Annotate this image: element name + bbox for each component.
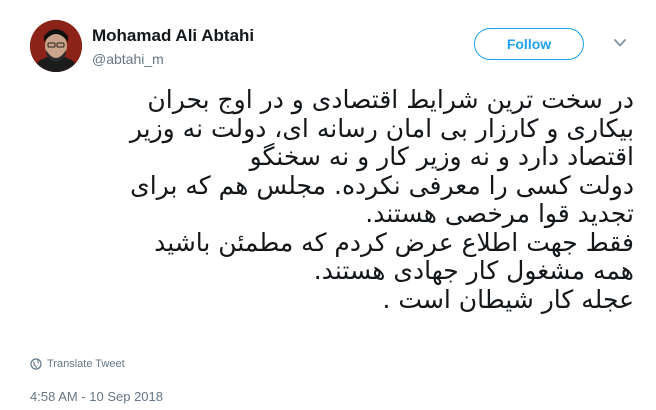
tweet-text-line: تجدید قوا مرخصی هستند. [365, 199, 634, 228]
tweet-text-line: عجله کار شیطان است . [382, 284, 634, 314]
tweet-text-line: بیکاری و کارزار بی امان رسانه ای، دولت ن… [129, 113, 634, 143]
globe-icon [30, 358, 42, 370]
tweet-text-line: فقط جهت اطلاع عرض کردم که مطمئن باشید [154, 227, 634, 257]
avatar-image [30, 20, 82, 72]
avatar[interactable] [30, 20, 82, 72]
author-handle[interactable]: @abtahi_m [92, 51, 164, 67]
translate-tweet-link[interactable]: Translate Tweet [30, 358, 125, 370]
translate-tweet-label: Translate Tweet [47, 358, 125, 370]
tweet-timestamp[interactable]: 4:58 AM - 10 Sep 2018 [30, 389, 163, 404]
tweet-text: در سخت ترین شرایط اقتصادی و در اوج بحران… [20, 85, 634, 314]
tweet-card: Mohamad Ali Abtahi @abtahi_m Follow در س… [0, 0, 656, 410]
author-name[interactable]: Mohamad Ali Abtahi [92, 26, 254, 46]
tweet-text-line: دولت کسی را معرفی نکرده. مجلس هم که برای [130, 170, 634, 200]
tweet-text-line: اقتصاد دارد و نه وزیر کار و نه سخنگو [249, 142, 634, 171]
tweet-text-line: همه مشغول کار جهادی هستند. [313, 256, 634, 285]
follow-button[interactable]: Follow [474, 28, 584, 60]
tweet-text-line: در سخت ترین شرایط اقتصادی و در اوج بحران [147, 85, 634, 114]
chevron-down-icon[interactable] [612, 36, 628, 50]
